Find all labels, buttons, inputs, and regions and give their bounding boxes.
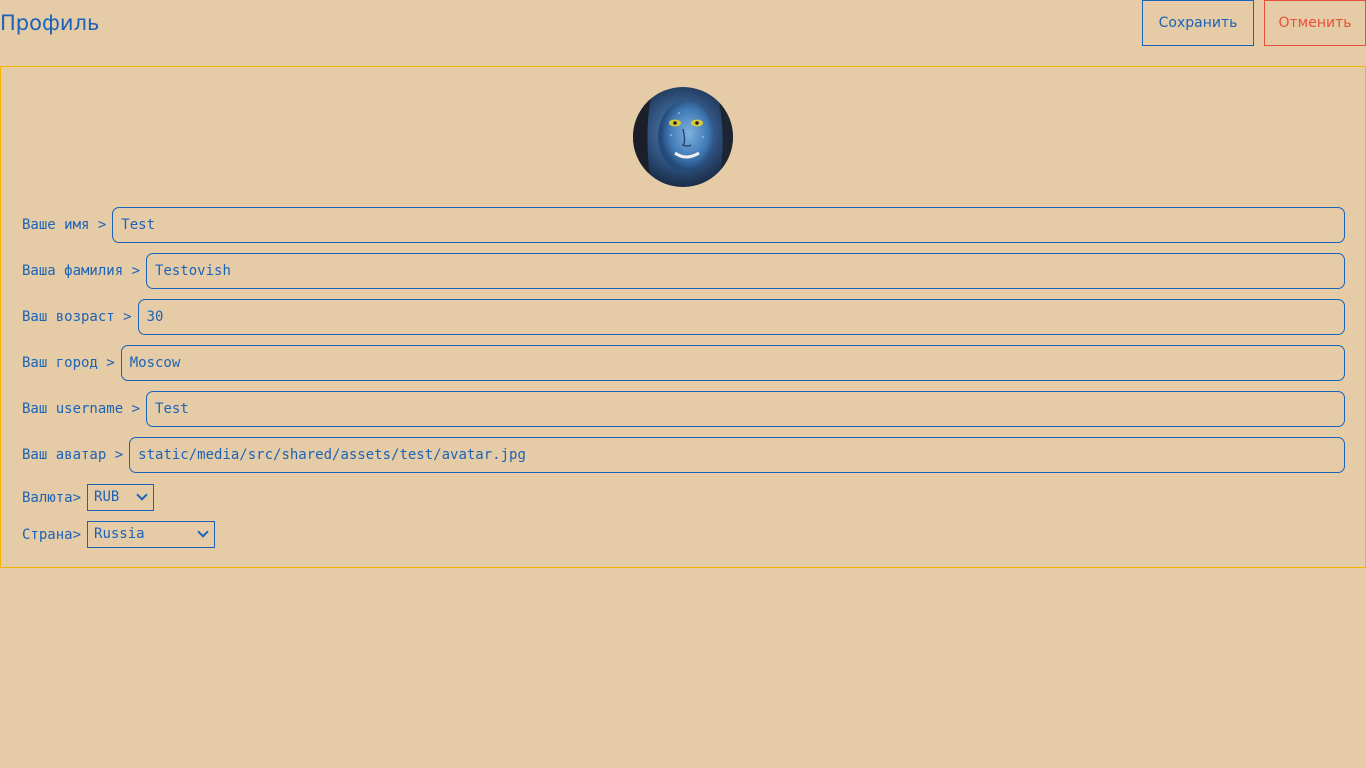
country-row: Страна> Russia bbox=[22, 521, 216, 548]
profile-card: Ваше имя > Ваша фамилия > Ваш возраст > … bbox=[0, 66, 1366, 568]
save-button[interactable]: Сохранить bbox=[1142, 0, 1254, 46]
name-row: Ваше имя > bbox=[22, 207, 1345, 243]
cancel-button[interactable]: Отменить bbox=[1264, 0, 1366, 46]
header: Профиль Сохранить Отменить bbox=[0, 0, 1366, 66]
avatar-label: Ваш аватар > bbox=[22, 447, 124, 463]
avatar-row: Ваш аватар > bbox=[22, 437, 1345, 473]
avatar-input[interactable] bbox=[129, 437, 1345, 473]
name-input[interactable] bbox=[112, 207, 1345, 243]
name-label: Ваше имя > bbox=[22, 217, 107, 233]
lastname-row: Ваша фамилия > bbox=[22, 253, 1345, 289]
avatar bbox=[633, 87, 733, 187]
chevron-down-icon bbox=[197, 526, 209, 538]
username-input[interactable] bbox=[146, 391, 1345, 427]
age-row: Ваш возраст > bbox=[22, 299, 1345, 335]
city-label: Ваш город > bbox=[22, 355, 115, 371]
age-input[interactable] bbox=[137, 299, 1345, 335]
currency-label: Валюта> bbox=[22, 489, 82, 506]
avatar-image bbox=[633, 87, 733, 187]
currency-row: Валюта> RUB bbox=[22, 484, 155, 511]
city-input[interactable] bbox=[120, 345, 1345, 381]
age-label: Ваш возраст > bbox=[22, 309, 132, 325]
country-select[interactable]: Russia bbox=[87, 521, 216, 548]
country-label: Страна> bbox=[22, 526, 82, 543]
lastname-input[interactable] bbox=[146, 253, 1345, 289]
chevron-down-icon bbox=[136, 489, 148, 501]
username-label: Ваш username > bbox=[22, 401, 141, 417]
currency-select[interactable]: RUB bbox=[87, 484, 155, 511]
city-row: Ваш город > bbox=[22, 345, 1345, 381]
country-value: Russia bbox=[94, 526, 145, 542]
username-row: Ваш username > bbox=[22, 391, 1345, 427]
lastname-label: Ваша фамилия > bbox=[22, 263, 141, 279]
page-title: Профиль bbox=[0, 11, 100, 35]
currency-value: RUB bbox=[94, 489, 120, 505]
